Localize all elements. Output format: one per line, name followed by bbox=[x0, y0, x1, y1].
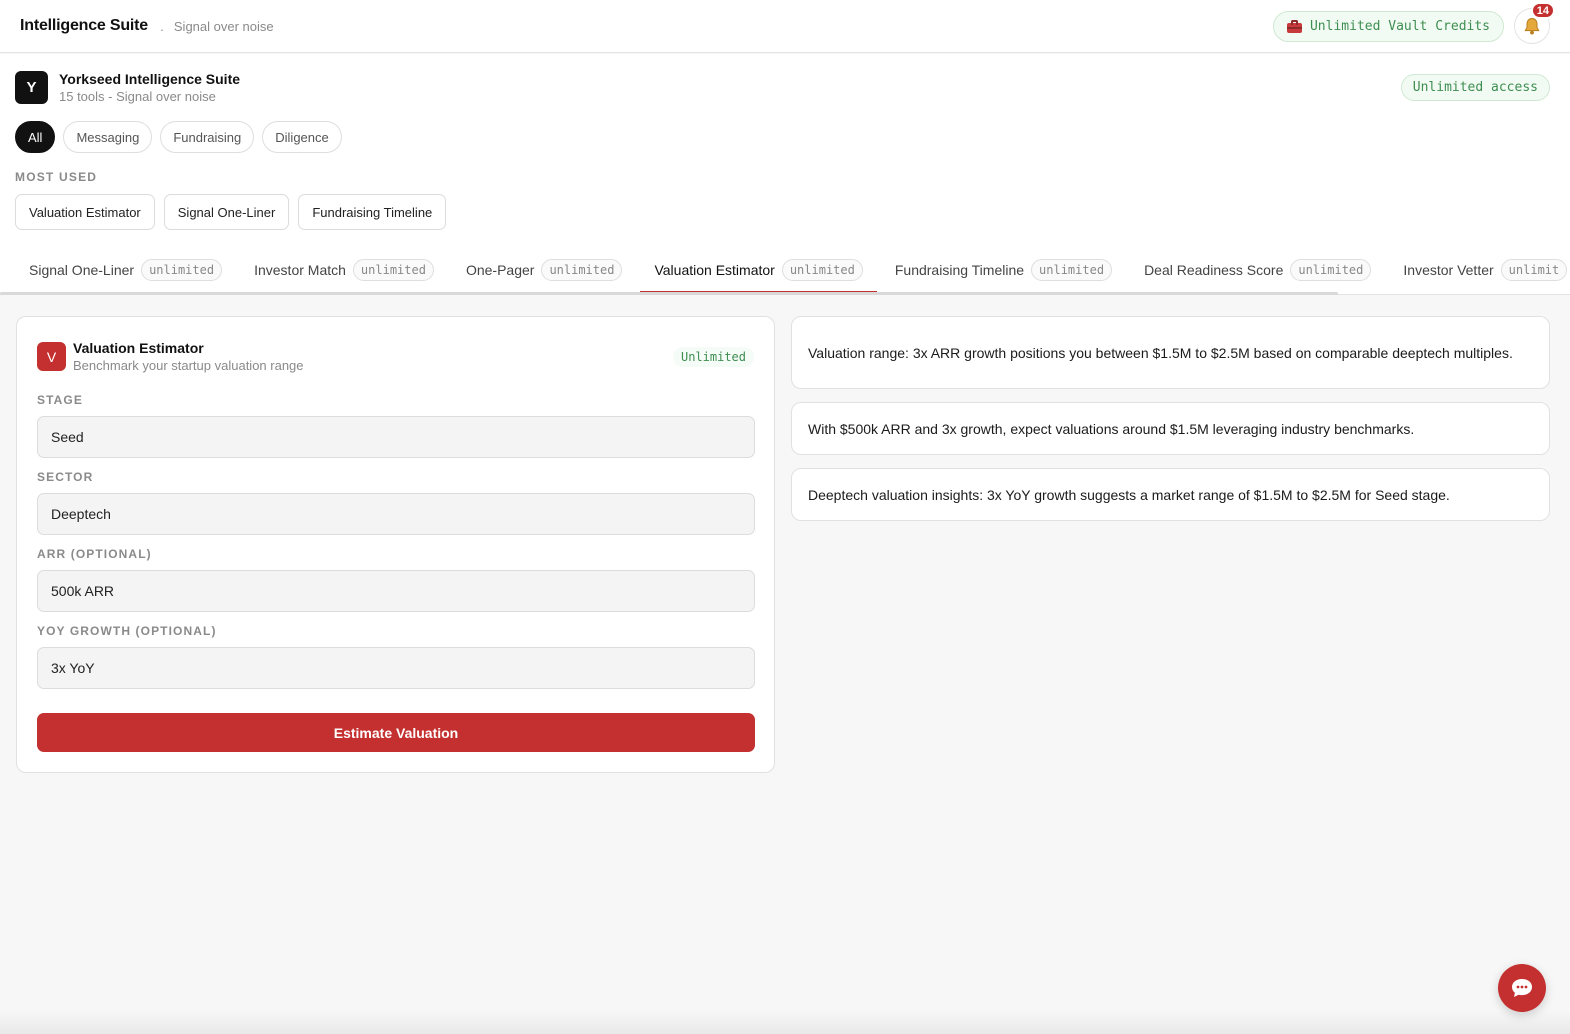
result-text: With $500k ARR and 3x growth, expect val… bbox=[808, 420, 1415, 437]
most-used-fundraising-timeline[interactable]: Fundraising Timeline bbox=[298, 194, 447, 230]
result-text: Deeptech valuation insights: 3x YoY grow… bbox=[808, 486, 1450, 503]
tab-label: Valuation Estimator bbox=[654, 262, 775, 278]
tab-badge: unlimit bbox=[1500, 259, 1568, 281]
sector-label: SECTOR bbox=[37, 470, 94, 484]
chat-bubble-icon bbox=[1512, 979, 1532, 997]
tab-label: Deal Readiness Score bbox=[1144, 262, 1284, 278]
arr-label: ARR (OPTIONAL) bbox=[37, 547, 152, 561]
tool-icon: V bbox=[37, 342, 66, 371]
tool-title: Valuation Estimator bbox=[73, 340, 204, 356]
access-badge: Unlimited access bbox=[1400, 74, 1550, 101]
filter-all[interactable]: All bbox=[15, 121, 56, 153]
estimate-valuation-button[interactable]: Estimate Valuation bbox=[37, 713, 755, 752]
category-filters: All Messaging Fundraising Diligence bbox=[15, 121, 342, 153]
result-card: With $500k ARR and 3x growth, expect val… bbox=[791, 402, 1550, 455]
tab-fundraising-timeline[interactable]: Fundraising Timeline unlimited bbox=[881, 247, 1126, 293]
arr-field[interactable] bbox=[37, 570, 755, 612]
vault-credits-label: Unlimited Vault Credits bbox=[1309, 18, 1490, 34]
filter-messaging[interactable]: Messaging bbox=[63, 121, 153, 153]
notifications-button[interactable]: 14 bbox=[1514, 2, 1555, 44]
tab-investor-match[interactable]: Investor Match unlimited bbox=[240, 247, 448, 293]
suite-name: Yorkseed Intelligence Suite bbox=[59, 71, 241, 87]
tab-badge: unlimited bbox=[781, 259, 863, 281]
most-used-valuation-estimator[interactable]: Valuation Estimator bbox=[15, 194, 155, 230]
tab-label: Fundraising Timeline bbox=[894, 262, 1025, 278]
sector-field[interactable] bbox=[37, 493, 755, 535]
tab-one-pager[interactable]: One-Pager unlimited bbox=[452, 247, 637, 293]
tools-header: Y Yorkseed Intelligence Suite 15 tools -… bbox=[0, 54, 1570, 295]
tab-label: Signal One-Liner bbox=[29, 262, 135, 278]
notification-count-badge: 14 bbox=[1530, 2, 1555, 19]
most-used-heading: MOST USED bbox=[15, 170, 98, 184]
tab-valuation-estimator[interactable]: Valuation Estimator unlimited bbox=[640, 247, 878, 293]
tool-tabs: Signal One-Liner unlimited Investor Matc… bbox=[15, 247, 1570, 293]
valuation-form-card: V Valuation Estimator Benchmark your sta… bbox=[16, 316, 775, 773]
stage-label: STAGE bbox=[37, 393, 83, 407]
most-used-list: Valuation Estimator Signal One-Liner Fun… bbox=[15, 194, 447, 230]
result-text: Valuation range: 3x ARR growth positions… bbox=[808, 344, 1513, 361]
tab-label: One-Pager bbox=[465, 262, 535, 278]
filter-diligence[interactable]: Diligence bbox=[262, 121, 342, 153]
app-tagline: Signal over noise bbox=[173, 18, 274, 34]
tab-label: Investor Vetter bbox=[1403, 262, 1494, 278]
suite-info: Y Yorkseed Intelligence Suite 15 tools -… bbox=[15, 71, 240, 104]
stage-field[interactable] bbox=[37, 416, 755, 458]
tab-signal-one-liner[interactable]: Signal One-Liner unlimited bbox=[15, 247, 236, 293]
growth-field[interactable] bbox=[37, 647, 755, 689]
app-title[interactable]: Intelligence Suite bbox=[20, 17, 148, 35]
chat-button[interactable] bbox=[1498, 964, 1546, 1012]
page-footer-fade bbox=[0, 1010, 1570, 1034]
tab-label: Investor Match bbox=[254, 262, 346, 278]
tab-investor-vetter[interactable]: Investor Vetter unlimit bbox=[1389, 247, 1570, 293]
top-bar: Intelligence Suite . Signal over noise U… bbox=[0, 0, 1570, 53]
tab-badge: unlimited bbox=[541, 259, 623, 281]
tab-badge: unlimited bbox=[141, 259, 223, 281]
tab-badge: unlimited bbox=[1290, 259, 1372, 281]
filter-fundraising[interactable]: Fundraising bbox=[160, 121, 255, 153]
title-separator: . bbox=[160, 18, 164, 34]
tab-deal-readiness-score[interactable]: Deal Readiness Score unlimited bbox=[1130, 247, 1385, 293]
suite-subtitle: 15 tools - Signal over noise bbox=[59, 89, 216, 104]
tabs-scrollbar[interactable] bbox=[0, 292, 1338, 295]
result-card: Valuation range: 3x ARR growth positions… bbox=[791, 316, 1550, 389]
most-used-signal-one-liner[interactable]: Signal One-Liner bbox=[163, 194, 290, 230]
result-card: Deeptech valuation insights: 3x YoY grow… bbox=[791, 468, 1550, 521]
tool-subtitle: Benchmark your startup valuation range bbox=[73, 358, 304, 373]
usage-badge: Unlimited bbox=[672, 347, 754, 367]
tab-badge: unlimited bbox=[1031, 259, 1113, 281]
vault-credits-button[interactable]: Unlimited Vault Credits bbox=[1272, 10, 1504, 42]
suite-avatar: Y bbox=[15, 71, 48, 104]
bell-icon bbox=[1524, 17, 1540, 34]
briefcase-icon bbox=[1286, 19, 1302, 33]
tab-badge: unlimited bbox=[352, 259, 434, 281]
growth-label: YOY GROWTH (OPTIONAL) bbox=[37, 624, 217, 638]
